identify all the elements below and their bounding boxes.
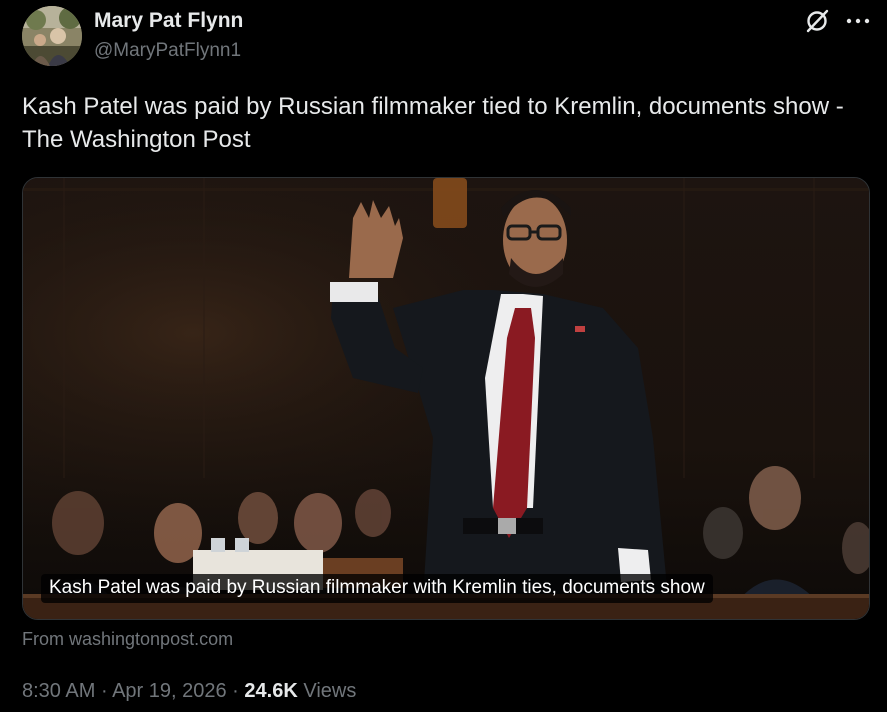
- views-label: Views: [303, 680, 357, 702]
- more-options-icon[interactable]: [846, 18, 872, 24]
- author-handle[interactable]: @MaryPatFlynn1: [94, 40, 241, 62]
- tweet-text: Kash Patel was paid by Russian filmmaker…: [22, 93, 844, 153]
- author-display-name[interactable]: Mary Pat Flynn: [94, 9, 243, 33]
- article-photo: [23, 178, 869, 619]
- tweet-date[interactable]: Apr 19, 2026: [112, 680, 227, 702]
- avatar-photo: [22, 6, 82, 66]
- grok-icon[interactable]: [804, 8, 830, 34]
- avatar[interactable]: [22, 6, 82, 66]
- link-card-source[interactable]: From washingtonpost.com: [22, 629, 233, 650]
- views-count[interactable]: 24.6K: [244, 680, 297, 702]
- tweet: Mary Pat Flynn @MaryPatFlynn1 Kash Patel…: [0, 0, 887, 712]
- meta-separator: ·: [100, 680, 108, 702]
- link-card[interactable]: Kash Patel was paid by Russian filmmaker…: [22, 177, 870, 620]
- tweet-time[interactable]: 8:30 AM: [22, 680, 95, 702]
- link-card-title: Kash Patel was paid by Russian filmmaker…: [41, 574, 713, 603]
- tweet-meta: 8:30 AM · Apr 19, 2026 · 24.6K Views: [22, 680, 356, 703]
- meta-separator: ·: [232, 680, 239, 702]
